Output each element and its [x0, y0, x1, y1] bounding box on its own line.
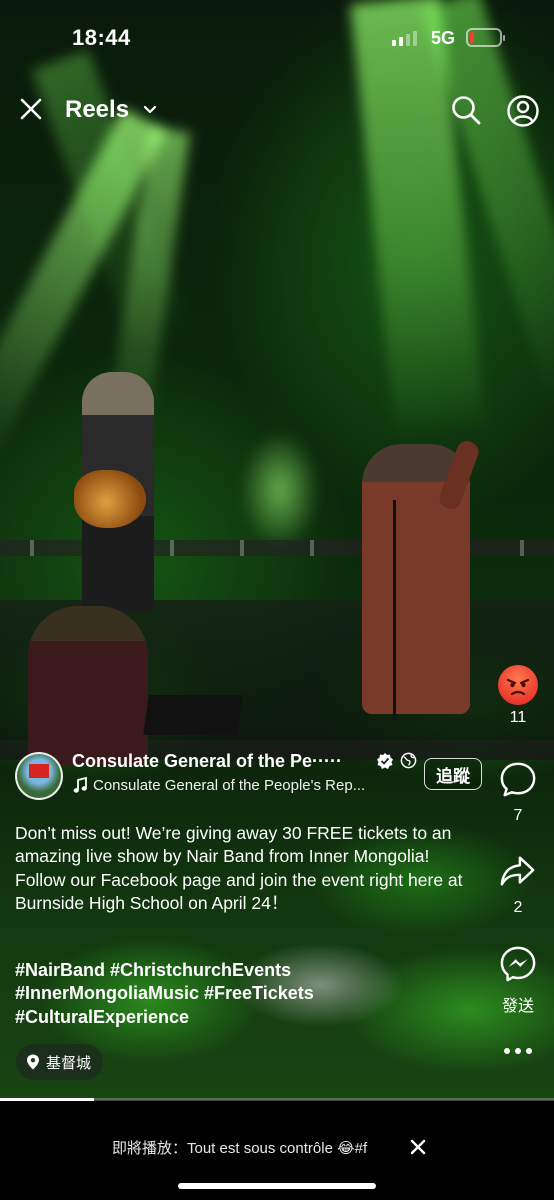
- more-dots-icon: [504, 1048, 532, 1054]
- author-name[interactable]: Consulate General of the Pe·····: [72, 751, 342, 772]
- guitar: [74, 470, 146, 528]
- send-button[interactable]: 發送: [488, 945, 548, 1016]
- hashtag-line[interactable]: #InnerMongoliaMusic #FreeTickets: [15, 982, 475, 1005]
- status-time: 18:44: [72, 25, 131, 50]
- avatar[interactable]: [15, 752, 63, 800]
- battery-level: [470, 32, 475, 43]
- profile-icon[interactable]: [506, 94, 540, 128]
- share-count: 2: [513, 899, 523, 916]
- hashtag-line[interactable]: #CulturalExperience: [15, 1006, 475, 1029]
- search-icon[interactable]: [450, 94, 482, 126]
- hashtags: #NairBand #ChristchurchEvents #InnerMong…: [15, 959, 475, 1029]
- messenger-icon: [500, 946, 536, 982]
- chevron-down-icon[interactable]: [142, 102, 158, 118]
- flag-icon: [29, 764, 49, 778]
- hashtag-line[interactable]: #NairBand #ChristchurchEvents: [15, 959, 475, 982]
- page-title[interactable]: Reels: [65, 96, 129, 124]
- more-options-button[interactable]: [500, 1043, 536, 1059]
- globe-icon: [400, 752, 417, 769]
- status-bar: 18:44 5G: [0, 0, 554, 76]
- reels-header: Reels: [0, 85, 554, 135]
- comment-icon: [500, 762, 536, 797]
- battery-icon: [466, 28, 505, 47]
- home-indicator[interactable]: [178, 1183, 376, 1189]
- comment-count: 7: [513, 807, 523, 824]
- send-label: 發送: [501, 998, 534, 1015]
- verified-badge-icon: [377, 753, 393, 769]
- up-next-label[interactable]: 即將播放：Tout est sous contrôle 😂#f: [112, 1137, 367, 1158]
- caption-text: Don’t miss out! We’re giving away 30 FRE…: [15, 823, 463, 913]
- music-note-icon: [73, 777, 87, 793]
- seated-musician: [28, 606, 148, 766]
- up-next-bar: 即將播放：Tout est sous contrôle 😂#f: [0, 1101, 554, 1200]
- light-beam: [240, 430, 320, 550]
- comment-button[interactable]: 7: [488, 760, 548, 825]
- location-tag[interactable]: 基督城: [16, 1044, 104, 1080]
- close-icon[interactable]: [410, 1139, 426, 1155]
- cellular-signal-icon: [392, 30, 417, 46]
- reaction-button[interactable]: 11: [488, 665, 548, 727]
- audio-track[interactable]: Consulate General of the People's Rep...: [93, 777, 365, 794]
- location-label: 基督城: [46, 1054, 92, 1072]
- location-pin-icon: [27, 1054, 39, 1070]
- music-stand: [143, 695, 243, 735]
- network-type: 5G: [431, 28, 456, 48]
- share-button[interactable]: 2: [488, 852, 548, 917]
- reaction-count: 11: [509, 709, 527, 726]
- follow-button[interactable]: 追蹤: [424, 758, 482, 790]
- mic-stand: [393, 500, 396, 720]
- post-caption[interactable]: Don’t miss out! We’re giving away 30 FRE…: [15, 822, 470, 938]
- angry-reaction-icon: [498, 665, 538, 705]
- share-arrow-icon: [500, 856, 535, 886]
- close-icon[interactable]: [17, 95, 45, 123]
